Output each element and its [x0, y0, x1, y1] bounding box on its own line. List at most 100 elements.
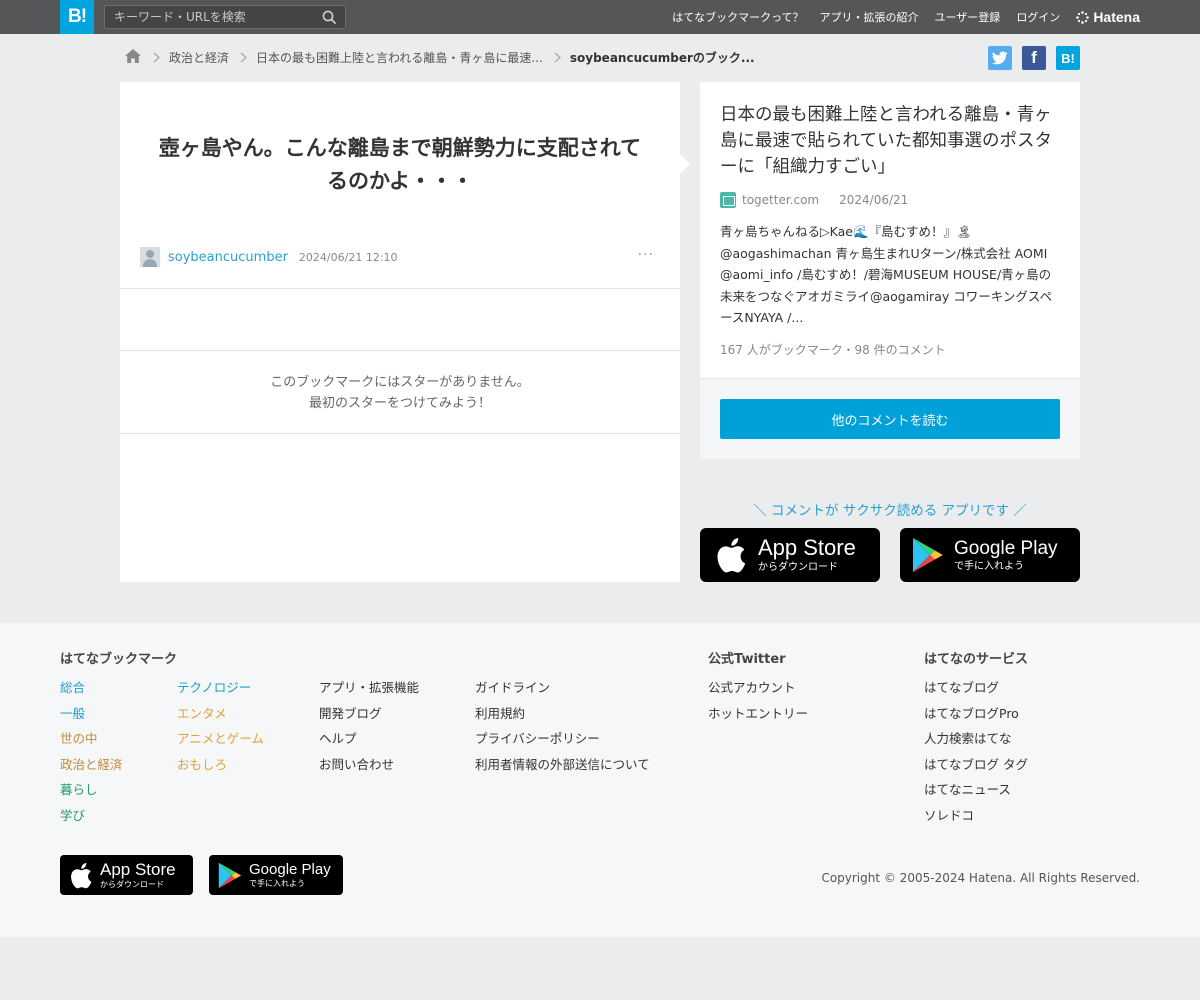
footer-link[interactable]: ソレドコ	[924, 808, 974, 823]
footer-link[interactable]: ヘルプ	[319, 731, 357, 746]
entry-footer: 他のコメントを読む	[700, 378, 1080, 459]
divider	[120, 288, 680, 289]
footer-category-link[interactable]: 総合	[60, 680, 85, 695]
chevron-right-icon	[153, 51, 160, 63]
footer-link[interactable]: 利用者情報の外部送信について	[475, 757, 650, 772]
copyright: Copyright © 2005-2024 Hatena. All Rights…	[821, 871, 1140, 885]
footer-link[interactable]: はてなブログ タグ	[924, 757, 1028, 772]
entry-card: 日本の最も困難上陸と言われる離島・青ヶ島に最速で貼られていた都知事選のポスターに…	[700, 82, 1080, 459]
footer-twitter-title: 公式Twitter	[708, 652, 786, 667]
bookmark-date: 2024/06/21 12:10	[298, 250, 398, 264]
app-store-title: App Store	[758, 535, 856, 560]
footer-category-link[interactable]: 政治と経済	[60, 757, 123, 772]
google-play-badge[interactable]: Google Play で手に入れよう	[900, 528, 1080, 582]
footer-links-b: ガイドライン 利用規約 プライバシーポリシー 利用者情報の外部送信について	[475, 679, 650, 781]
footer-link[interactable]: 人力検索はてな	[924, 731, 1012, 746]
footer-categories-a: 総合 一般 世の中 政治と経済 暮らし 学び	[60, 679, 123, 832]
avatar[interactable]	[140, 247, 160, 267]
nav-about[interactable]: はてなブックマークって？	[672, 9, 803, 25]
google-play-title: Google Play	[249, 861, 331, 878]
footer-category-link[interactable]: おもしろ	[177, 757, 227, 772]
star-message: このブックマークにはスターがありません。 最初のスターをつけてみよう！	[120, 372, 680, 414]
footer-link[interactable]: 公式アカウント	[708, 680, 796, 695]
google-play-icon	[913, 538, 943, 572]
footer-link[interactable]: はてなブログ	[924, 680, 999, 695]
footer: はてなブックマーク 総合 一般 世の中 政治と経済 暮らし 学び テクノロジー …	[0, 623, 1200, 937]
footer-link[interactable]: アプリ・拡張機能	[319, 680, 419, 695]
hatena-logo[interactable]: Hatena	[1076, 9, 1140, 25]
footer-app-store-badge[interactable]: App Store からダウンロード	[60, 855, 193, 895]
togetter-favicon-icon	[720, 192, 736, 208]
footer-link[interactable]: はてなニュース	[924, 782, 1011, 797]
facebook-share-button[interactable]: f	[1022, 46, 1046, 70]
top-bar: B! はてなブックマークって？ アプリ・拡張の紹介 ユーザー登録 ログイン Ha…	[0, 0, 1200, 34]
chevron-right-icon	[240, 51, 248, 63]
footer-link[interactable]: 利用規約	[475, 706, 525, 721]
twitter-share-button[interactable]	[988, 46, 1012, 70]
home-icon[interactable]	[124, 48, 142, 67]
footer-services-links: はてなブログ はてなブログPro 人力検索はてな はてなブログ タグ はてなニュ…	[924, 679, 1028, 832]
apple-icon	[71, 862, 92, 888]
nav-apps[interactable]: アプリ・拡張の紹介	[820, 9, 919, 25]
search-box[interactable]	[104, 5, 346, 29]
footer-twitter-links: 公式アカウント ホットエントリー	[708, 679, 808, 730]
google-play-icon	[218, 862, 241, 888]
read-other-comments-button[interactable]: 他のコメントを読む	[720, 399, 1060, 439]
hatena-logo-text: Hatena	[1093, 9, 1140, 25]
footer-link[interactable]: ガイドライン	[475, 680, 550, 695]
breadcrumb: 政治と経済 日本の最も困難上陸と言われる離島・青ヶ島に最速... soybean…	[124, 47, 755, 67]
twitter-bird-icon	[992, 51, 1008, 65]
entry-bookmark-count[interactable]: 167 人がブックマーク・98 件のコメント	[720, 341, 946, 358]
breadcrumb-category[interactable]: 政治と経済	[169, 49, 229, 66]
footer-category-link[interactable]: 暮らし	[60, 782, 98, 797]
footer-links-a: アプリ・拡張機能 開発ブログ ヘルプ お問い合わせ	[319, 679, 419, 781]
star-message-line2: 最初のスターをつけてみよう！	[308, 396, 491, 411]
bookmark-comment: 壺ヶ島やん。こんな離島まで朝鮮勢力に支配されてるのかよ・・・	[158, 136, 642, 193]
star-message-line1: このブックマークにはスターがありません。	[270, 375, 530, 390]
footer-category-link[interactable]: 学び	[60, 808, 85, 823]
divider	[120, 433, 680, 434]
google-play-subtitle: で手に入れよう	[249, 879, 305, 888]
hatena-bookmark-share-button[interactable]: B!	[1056, 46, 1080, 70]
footer-category-link[interactable]: エンタメ	[177, 706, 227, 721]
username-link[interactable]: soybeancucumber	[168, 250, 288, 265]
google-play-title: Google Play	[954, 537, 1058, 559]
footer-link[interactable]: 開発ブログ	[319, 706, 382, 721]
nav-login[interactable]: ログイン	[1016, 9, 1060, 25]
app-promo-text: ＼ コメントが サクサク読める アプリです ／	[753, 503, 1027, 519]
footer-category-link[interactable]: アニメとゲーム	[177, 731, 264, 746]
entry-meta: togetter.com 2024/06/21	[720, 192, 908, 208]
app-store-badge[interactable]: App Store からダウンロード	[700, 528, 880, 582]
entry-domain-link[interactable]: togetter.com	[742, 193, 819, 207]
footer-categories-b: テクノロジー エンタメ アニメとゲーム おもしろ	[177, 679, 264, 781]
footer-services-title: はてなのサービス	[924, 652, 1029, 667]
bookmark-user-row: soybeancucumber 2024/06/21 12:10 ···	[140, 247, 660, 267]
card-notch	[680, 154, 690, 174]
footer-link[interactable]: プライバシーポリシー	[475, 731, 600, 746]
app-store-title: App Store	[100, 860, 176, 879]
footer-link[interactable]: お問い合わせ	[319, 757, 394, 772]
app-store-subtitle: からダウンロード	[100, 880, 164, 889]
hatena-dots-icon	[1076, 10, 1090, 24]
chevron-right-icon	[554, 51, 561, 63]
footer-link[interactable]: ホットエントリー	[708, 706, 808, 721]
divider	[120, 350, 680, 351]
entry-title-link[interactable]: 日本の最も困難上陸と言われる離島・青ヶ島に最速で貼られていた都知事選のポスターに…	[720, 102, 1065, 180]
more-options-icon[interactable]: ···	[638, 247, 654, 263]
apple-icon	[717, 538, 746, 573]
search-icon[interactable]	[322, 10, 337, 29]
hatena-bookmark-logo[interactable]: B!	[60, 0, 94, 34]
entry-description: 青ヶ島ちゃんねる▷Kae🌊『島むすめ！』🏝@aogashimachan 青ヶ島生…	[720, 224, 1052, 325]
breadcrumb-current: soybeancucumberのブック...	[569, 50, 755, 65]
footer-category-link[interactable]: テクノロジー	[177, 680, 251, 695]
share-buttons: f B!	[988, 46, 1080, 70]
search-input[interactable]	[105, 6, 315, 28]
footer-category-link[interactable]: 世の中	[60, 731, 98, 746]
footer-google-play-badge[interactable]: Google Play で手に入れよう	[209, 855, 343, 895]
nav-register[interactable]: ユーザー登録	[935, 9, 1001, 25]
footer-category-link[interactable]: 一般	[60, 706, 85, 721]
footer-link[interactable]: はてなブログPro	[924, 706, 1019, 721]
google-play-subtitle: で手に入れよう	[954, 560, 1024, 572]
breadcrumb-entry[interactable]: 日本の最も困難上陸と言われる離島・青ヶ島に最速...	[256, 49, 543, 66]
app-store-subtitle: からダウンロード	[758, 562, 838, 573]
